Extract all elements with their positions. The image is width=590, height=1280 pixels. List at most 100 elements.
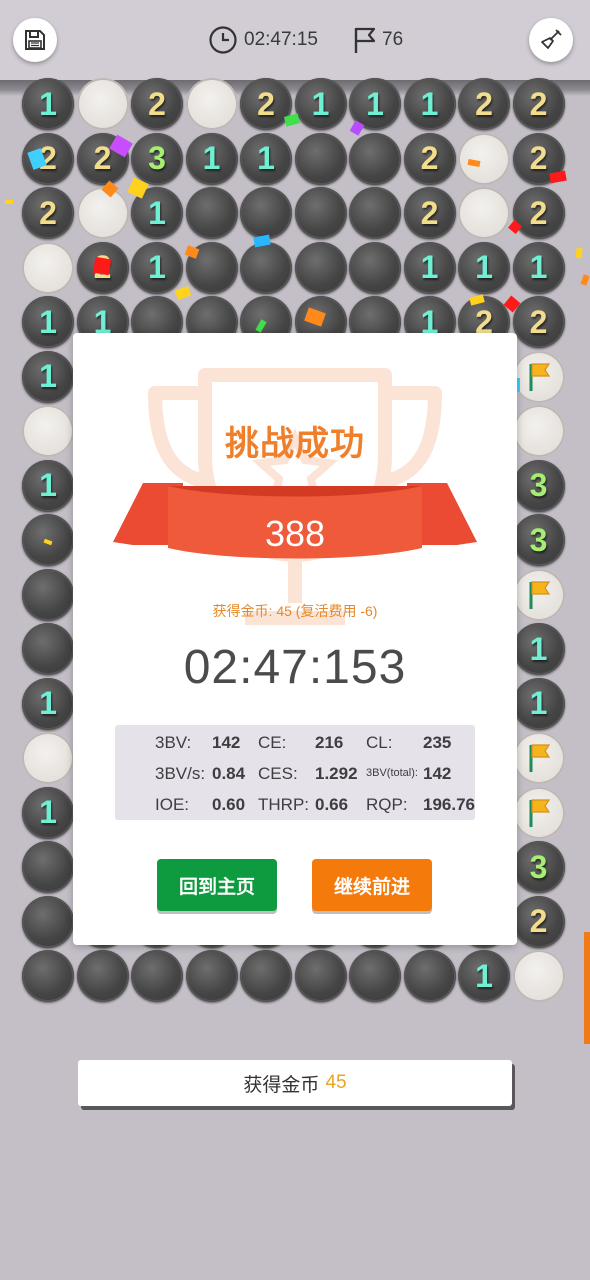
stat-label-thrp: THRP: [258, 795, 309, 814]
board-cell-number[interactable]: 3 [131, 132, 183, 185]
board-cell-closed[interactable] [349, 241, 401, 294]
cell-number: 1 [257, 140, 275, 176]
board-cell-number[interactable]: 2 [240, 78, 292, 130]
board-cell-empty[interactable] [76, 187, 129, 239]
board-cell-flagged[interactable] [512, 568, 565, 621]
board-cell-empty[interactable] [22, 241, 74, 294]
cell-number: 2 [475, 85, 493, 122]
board-cell-closed[interactable] [294, 950, 347, 1002]
cell-number: 1 [39, 85, 57, 122]
cell-number: 2 [93, 140, 112, 176]
board-cell-empty[interactable] [76, 78, 129, 130]
stat-label-ce: CE: [258, 733, 287, 752]
board-cell-closed[interactable] [22, 895, 74, 948]
cell-number: 3 [148, 140, 166, 176]
board-cell-empty[interactable] [22, 405, 74, 457]
board-cell-number[interactable]: 2 [512, 78, 565, 130]
flag-marker-icon [529, 744, 550, 772]
board-cell-number[interactable]: 2 [131, 78, 183, 130]
flag-marker-icon [529, 580, 550, 609]
board-cell-number[interactable]: 3 [512, 841, 565, 893]
board-cell-number[interactable]: 2 [22, 187, 74, 239]
board-cell-number[interactable]: 1 [512, 241, 565, 294]
board-cell-closed[interactable] [76, 950, 129, 1002]
board-cell-number[interactable]: 2 [403, 132, 456, 185]
board-cell-flagged[interactable] [512, 350, 565, 403]
board-cell-closed[interactable] [22, 950, 74, 1002]
flag-count: 76 [382, 29, 404, 50]
cell-number: 1 [148, 249, 166, 285]
stat-value-3bv: 142 [212, 733, 241, 752]
coins-earned-line: 获得金币: 45 (复活费用 -6) [212, 603, 378, 619]
board-cell-number[interactable]: 2 [403, 187, 456, 239]
board-cell-empty[interactable] [458, 187, 510, 239]
shovel-button[interactable] [529, 18, 573, 62]
top-bar: 02:47:15 76 [0, 0, 590, 80]
board-cell-closed[interactable] [349, 187, 401, 239]
board-cell-number[interactable]: 2 [512, 187, 565, 239]
board-cell-number[interactable]: 1 [22, 78, 74, 130]
board-cell-closed[interactable] [403, 950, 456, 1002]
timer-display: 02:47:15 [208, 24, 318, 56]
cell-number: 2 [420, 140, 439, 176]
board-cell-number[interactable]: 1 [512, 677, 565, 730]
board-cell-closed[interactable] [185, 187, 238, 239]
board-cell-closed[interactable] [22, 568, 74, 621]
board-cell-number[interactable]: 1 [131, 241, 183, 294]
board-cell-closed[interactable] [294, 187, 347, 239]
cell-number: 1 [39, 303, 57, 340]
stat-value-ces: 1.292 [315, 764, 358, 783]
board-cell-closed[interactable] [294, 241, 347, 294]
board-cell-number[interactable]: 1 [22, 296, 74, 348]
stat-value-cl: 235 [423, 733, 452, 752]
board-cell-number[interactable]: 1 [294, 78, 347, 130]
board-cell-number[interactable]: 1 [458, 950, 510, 1002]
board-cell-closed[interactable] [22, 841, 74, 893]
board-cell-number[interactable]: 1 [22, 677, 74, 730]
board-cell-empty[interactable] [458, 132, 510, 185]
cell-number: 1 [475, 957, 493, 994]
board-cell-number[interactable]: 1 [22, 459, 74, 512]
board-cell-closed[interactable] [349, 950, 401, 1002]
flag-marker-icon [529, 362, 550, 391]
save-disk-icon [25, 30, 45, 50]
side-tab[interactable] [584, 932, 590, 1044]
board-cell-number[interactable]: 3 [512, 459, 565, 512]
board-cell-closed[interactable] [240, 241, 292, 294]
board-cell-number[interactable]: 3 [512, 514, 565, 566]
cell-number: 2 [257, 85, 275, 122]
board-cell-empty[interactable] [185, 78, 238, 130]
board-cell-number[interactable]: 1 [185, 132, 238, 185]
confetti-piece [174, 285, 192, 301]
board-cell-closed[interactable] [22, 623, 74, 675]
board-cell-number[interactable]: 1 [22, 786, 74, 839]
continue-button[interactable]: 继续前进 [312, 859, 432, 911]
board-cell-number[interactable]: 1 [403, 78, 456, 130]
cell-number: 1 [475, 249, 493, 285]
cell-number: 2 [148, 85, 166, 122]
board-cell-number[interactable]: 1 [22, 350, 74, 403]
board-cell-empty[interactable] [22, 732, 74, 784]
board-cell-empty[interactable] [512, 950, 565, 1002]
board-cell-closed[interactable] [240, 950, 292, 1002]
board-cell-closed[interactable] [294, 132, 347, 185]
stat-label-ces: CES: [258, 764, 298, 783]
timer-text: 02:47:15 [244, 29, 318, 50]
board-cell-number[interactable]: 2 [512, 895, 565, 948]
save-button[interactable] [13, 18, 57, 62]
home-button[interactable]: 回到主页 [157, 859, 277, 911]
board-cell-closed[interactable] [349, 132, 401, 185]
board-cell-number[interactable]: 1 [458, 241, 510, 294]
board-cell-closed[interactable] [131, 950, 183, 1002]
board-cell-number[interactable]: 2 [458, 78, 510, 130]
board-cell-number[interactable]: 1 [403, 241, 456, 294]
board-cell-number[interactable]: 1 [240, 132, 292, 185]
board-cell-empty[interactable] [512, 405, 565, 457]
board-cell-closed[interactable] [185, 950, 238, 1002]
cell-number: 2 [529, 140, 548, 176]
board-cell-flagged[interactable] [512, 786, 565, 839]
board-cell-closed[interactable] [240, 187, 292, 239]
board-cell-number[interactable]: 1 [512, 623, 565, 675]
board-cell-flagged[interactable] [512, 732, 565, 784]
board-cell-number[interactable]: 2 [512, 296, 565, 348]
